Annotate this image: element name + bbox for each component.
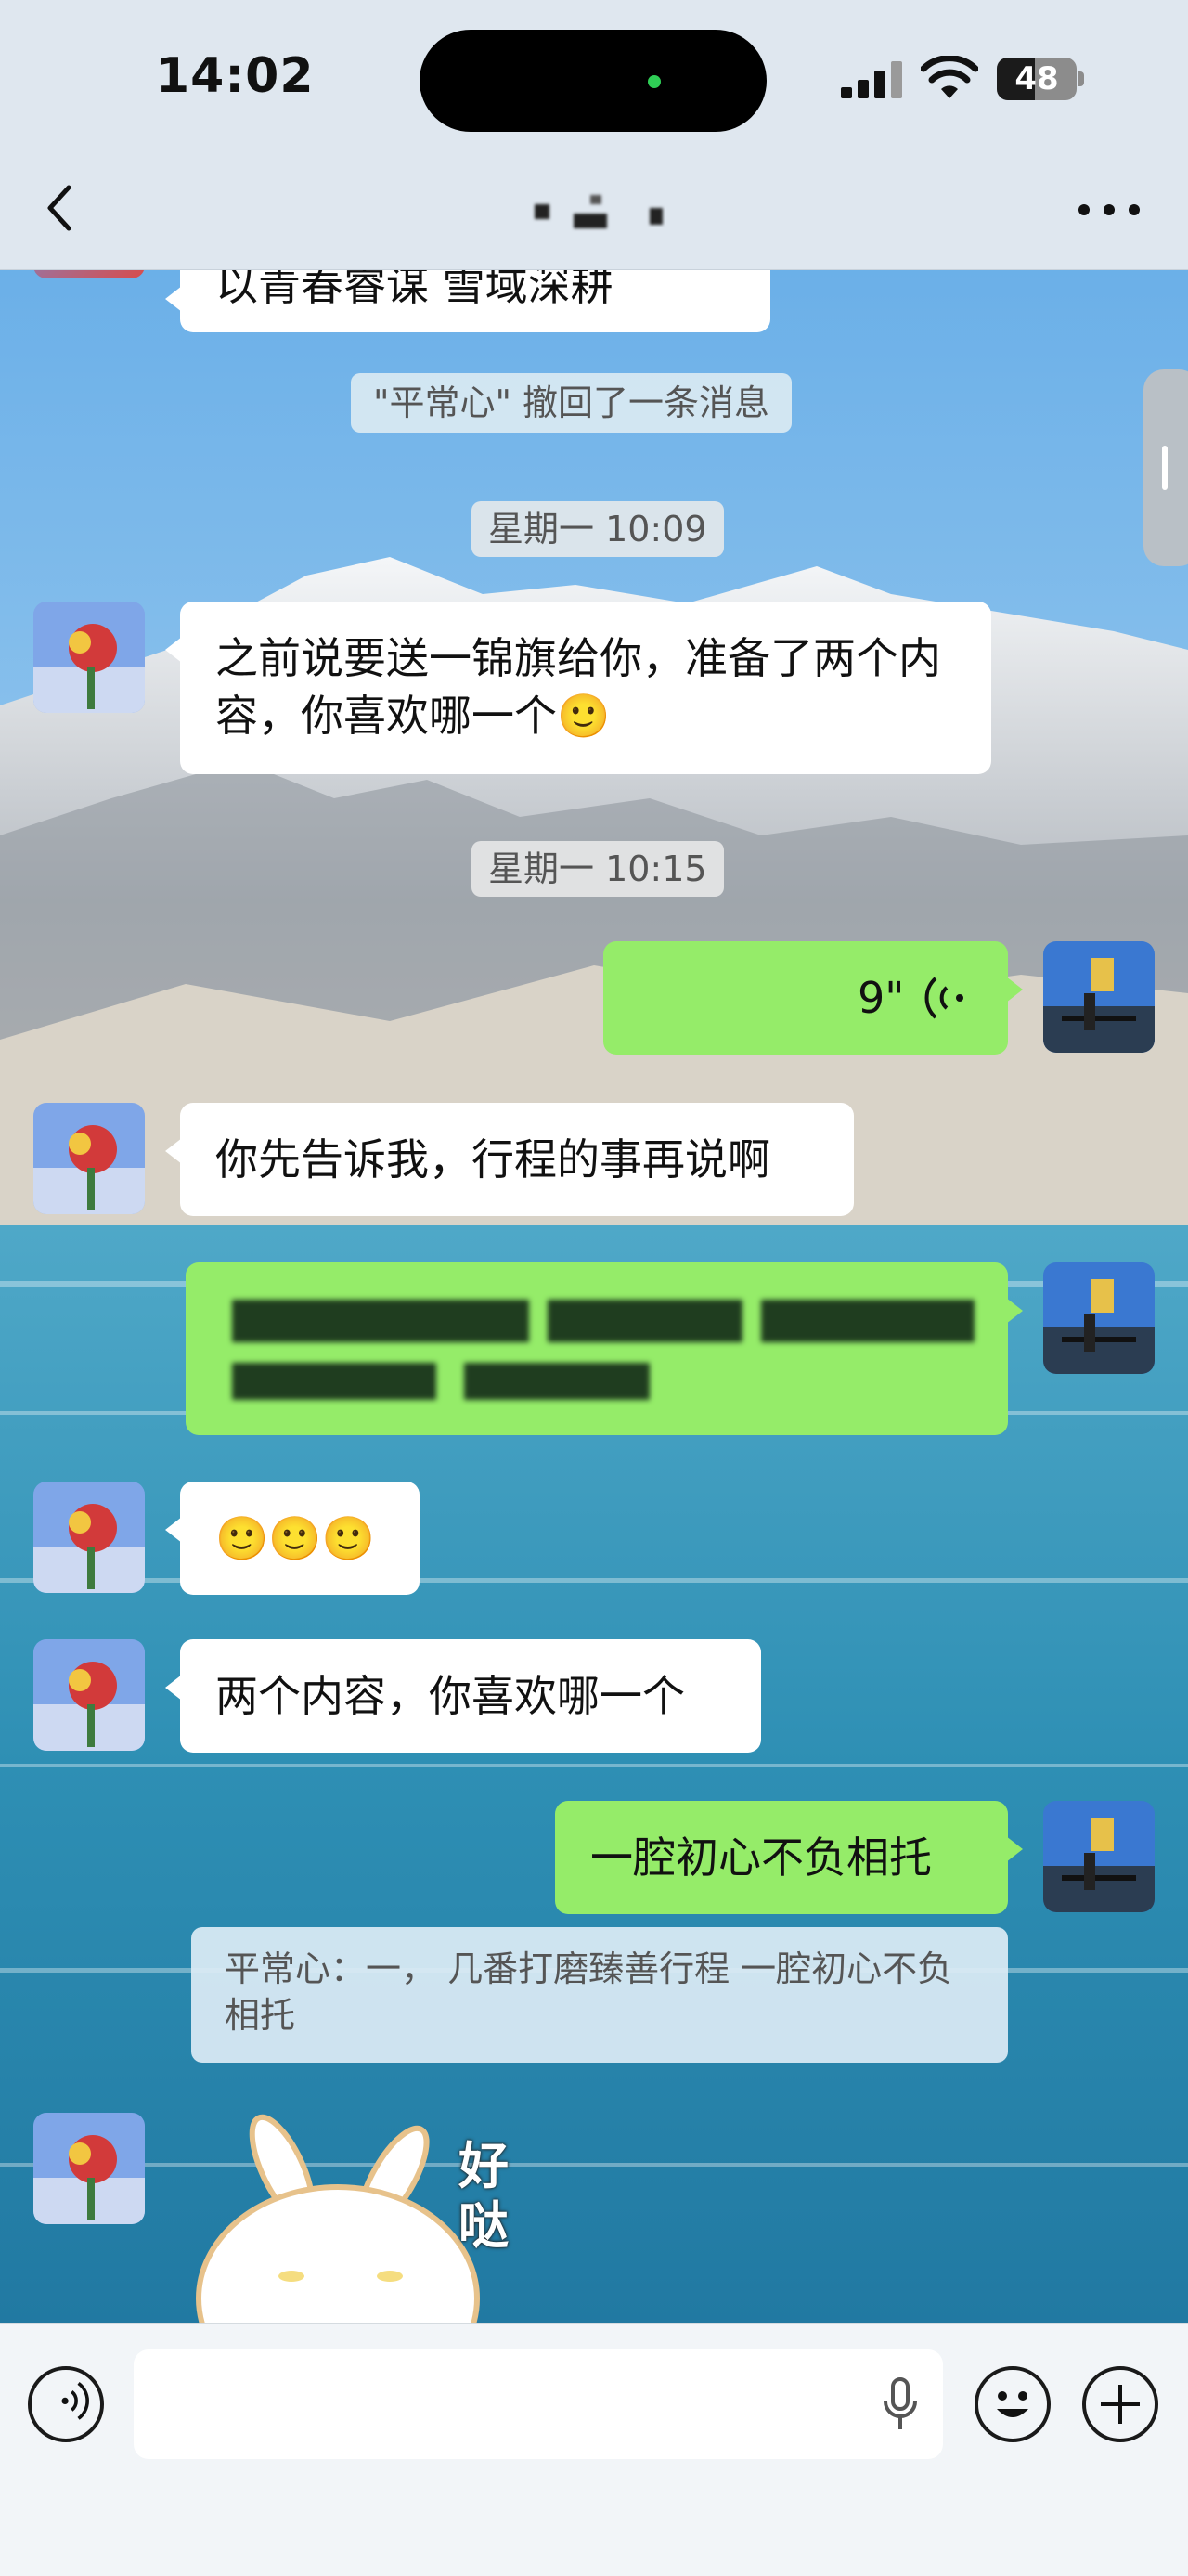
plus-icon [1101,2385,1140,2424]
timestamp: 星期一 10:09 [471,501,724,557]
contact-avatar[interactable] [33,1482,145,1593]
battery-icon: 48 [997,58,1086,100]
voice-duration: 9" [858,973,905,1023]
self-avatar[interactable] [1043,941,1155,1053]
voice-mode-icon [61,2381,89,2420]
message-text: 你先告诉我，行程的事再说啊 [215,1134,770,1184]
recall-notice: "平常心" 撤回了一条消息 [351,373,793,433]
contact-avatar[interactable] [33,2113,145,2224]
back-button[interactable] [35,182,87,234]
status-time: 14:02 [156,48,315,104]
message-bubble-outgoing[interactable]: 一腔初心不负相托 [555,1801,1023,1914]
microphone-icon[interactable] [882,2377,919,2433]
input-toolbar [0,2323,1188,2576]
quoted-reply[interactable]: 平常心：一， 几番打磨臻善行程 一腔初心不负相托 [191,1927,1008,2063]
voice-message-bubble[interactable]: 9" [603,941,1023,1055]
contact-avatar[interactable] [33,269,145,278]
chat-header [0,149,1188,270]
message-text: 一腔初心不负相托 [590,1832,932,1883]
scroll-handle[interactable] [1143,369,1188,566]
message-list[interactable]: 以青春睿谋 雪域深耕 "平常心" 撤回了一条消息 星期一 10:09 之前说要送… [0,269,1188,2323]
message-input[interactable] [134,2349,943,2459]
status-bar: 14:02 48 [0,0,1188,149]
chat-title-redacted [501,193,687,230]
wifi-icon [921,56,978,98]
emoji-message: 🙂🙂🙂 [215,1513,375,1563]
sticker-text: 好哒 [458,2137,509,2255]
message-text: 以青春睿谋 雪域深耕 [215,269,613,310]
contact-avatar[interactable] [33,1639,145,1751]
message-bubble-incoming[interactable]: 之前说要送一锦旗给你，准备了两个内容，你喜欢哪一个🙂 [165,602,991,774]
voice-wave-icon [924,977,963,1019]
smile-emoji: 🙂 [557,691,611,741]
emoji-icon [997,2391,1028,2417]
contact-avatar[interactable] [33,1103,145,1214]
cellular-signal-icon [841,61,902,98]
message-bubble-incoming[interactable]: 以青春睿谋 雪域深耕 [165,269,770,332]
more-options-button[interactable] [1077,202,1142,217]
dynamic-island [420,30,767,132]
message-bubble-incoming[interactable]: 🙂🙂🙂 [165,1482,420,1595]
message-bubble-incoming[interactable]: 两个内容，你喜欢哪一个 [165,1639,761,1753]
timestamp: 星期一 10:15 [471,841,724,897]
battery-level: 48 [1014,60,1059,97]
plus-button[interactable] [1082,2366,1158,2442]
message-bubble-outgoing-redacted[interactable] [186,1262,1023,1435]
message-bubble-incoming[interactable]: 你先告诉我，行程的事再说啊 [165,1103,854,1216]
self-avatar[interactable] [1043,1262,1155,1374]
self-avatar[interactable] [1043,1801,1155,1912]
emoji-button[interactable] [975,2366,1051,2442]
message-text: 两个内容，你喜欢哪一个 [215,1671,685,1721]
rabbit-sticker[interactable]: 好哒 [180,2113,551,2323]
contact-avatar[interactable] [33,602,145,713]
voice-mode-button[interactable] [28,2366,104,2442]
quoted-text: 平常心：一， 几番打磨臻善行程 一腔初心不负相托 [225,1948,953,2036]
